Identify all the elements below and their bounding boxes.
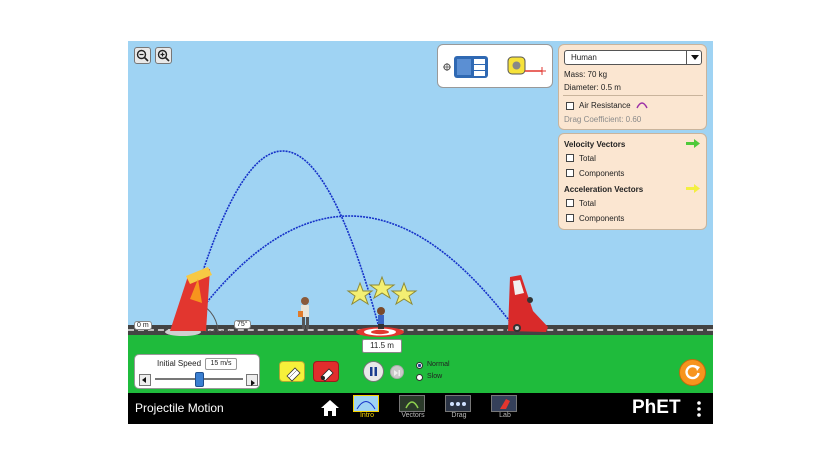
- step-button[interactable]: [390, 365, 404, 379]
- tab-label-lab: Lab: [499, 412, 511, 419]
- lab-tab-icon: [491, 395, 517, 412]
- mass-label: Mass: 70 kg: [564, 70, 608, 79]
- acceleration-components-label: Components: [579, 214, 625, 223]
- velocity-components-label: Components: [579, 169, 625, 178]
- tools-panel: [437, 44, 553, 88]
- tab-lab[interactable]: Lab: [491, 395, 519, 419]
- acceleration-total-checkbox[interactable]: [566, 199, 574, 207]
- angle-label: 75°: [234, 320, 251, 329]
- speed-slider-thumb[interactable]: [195, 372, 204, 387]
- vectors-panel: Velocity Vectors Total Components Accele…: [558, 133, 707, 230]
- success-stars: [346, 275, 418, 306]
- projectile-select-value: Human: [571, 53, 597, 62]
- cannon[interactable]: [165, 267, 212, 336]
- tab-label-intro: Intro: [359, 412, 374, 419]
- stopwatch-icon[interactable]: [442, 53, 490, 81]
- initial-speed-panel: Initial Speed 15 m/s: [134, 354, 260, 389]
- fire-button[interactable]: [313, 361, 339, 382]
- dropdown-arrow: [686, 51, 703, 64]
- slow-speed-label: Slow: [427, 373, 443, 380]
- intro-tab-icon: [353, 395, 379, 412]
- normal-speed-label: Normal: [427, 361, 450, 368]
- tab-drag[interactable]: Drag: [445, 395, 473, 419]
- drag-coefficient-label: Drag Coefficient: 0.60: [564, 115, 642, 124]
- velocity-vectors-title: Velocity Vectors: [564, 140, 626, 149]
- pause-icon: [370, 367, 377, 376]
- bystander-figure: [298, 297, 309, 329]
- home-icon[interactable]: [320, 399, 340, 417]
- air-resistance-icon: [636, 102, 648, 109]
- tab-label-drag: Drag: [451, 412, 467, 419]
- play-pause-button[interactable]: [363, 361, 384, 382]
- velocity-components-checkbox[interactable]: [566, 169, 574, 177]
- divider: [563, 95, 703, 96]
- human-projectile: [377, 307, 385, 329]
- caret-left-icon: [142, 377, 146, 383]
- vectors-tab-icon: [399, 395, 425, 412]
- app-title: Projectile Motion: [135, 401, 224, 415]
- acceleration-components-checkbox[interactable]: [566, 214, 574, 222]
- acceleration-arrow-icon: [686, 184, 700, 193]
- velocity-total-label: Total: [579, 154, 596, 163]
- range-readout: 11.5 m: [362, 339, 402, 353]
- measuring-tape-icon[interactable]: [506, 53, 548, 81]
- red-car: [508, 275, 548, 332]
- cannon-fire-icon: [320, 368, 334, 382]
- tab-label-vectors: Vectors: [401, 412, 425, 419]
- navigation-bar: Projectile Motion Intro Vectors Drag Lab…: [128, 393, 713, 424]
- height-label[interactable]: 0 m: [134, 321, 152, 330]
- diameter-label: Diameter: 0.5 m: [564, 83, 621, 92]
- phet-logo: PhET: [632, 397, 681, 418]
- eraser-button[interactable]: [279, 361, 305, 382]
- tab-intro[interactable]: Intro: [353, 395, 381, 419]
- velocity-arrow-icon: [686, 139, 700, 148]
- air-resistance-label: Air Resistance: [579, 101, 631, 110]
- acceleration-total-label: Total: [579, 199, 596, 208]
- step-forward-icon: [394, 370, 400, 376]
- tab-vectors[interactable]: Vectors: [399, 395, 427, 419]
- reset-all-button[interactable]: [679, 359, 706, 386]
- reset-icon: [685, 364, 700, 380]
- projectile-select[interactable]: Human: [564, 50, 702, 65]
- eraser-icon: [286, 367, 301, 382]
- acceleration-vectors-title: Acceleration Vectors: [564, 185, 644, 194]
- caret-right-icon: [251, 380, 255, 386]
- sim-screen: 0 m 75° 11.5 m Human Mass: 70 kg Diamete…: [128, 41, 713, 424]
- initial-speed-value: 15 m/s: [205, 358, 237, 370]
- speed-decrease-button[interactable]: [139, 374, 151, 386]
- radio-selected-dot: [417, 363, 422, 368]
- projectile-settings-panel: Human Mass: 70 kg Diameter: 0.5 m Air Re…: [558, 44, 707, 130]
- options-menu-icon[interactable]: [696, 400, 702, 418]
- air-resistance-checkbox[interactable]: [566, 102, 574, 110]
- trajectory-high: [184, 150, 381, 332]
- slow-speed-radio[interactable]: [416, 374, 423, 381]
- normal-speed-radio[interactable]: [416, 362, 423, 369]
- velocity-total-checkbox[interactable]: [566, 154, 574, 162]
- speed-increase-button[interactable]: [246, 374, 258, 386]
- initial-speed-label: Initial Speed: [157, 359, 202, 368]
- trajectory-low: [184, 215, 518, 332]
- chevron-down-icon: [691, 55, 699, 60]
- drag-tab-icon: [445, 395, 471, 412]
